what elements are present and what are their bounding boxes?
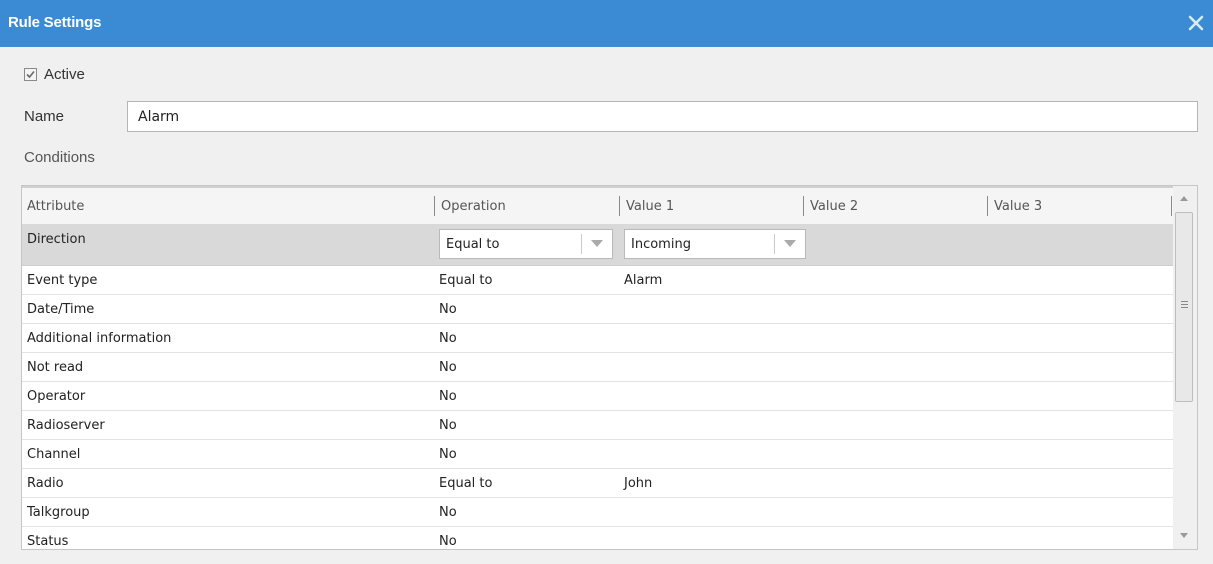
vertical-scrollbar[interactable]: [1173, 186, 1197, 549]
value1-dropdown-value: Incoming: [631, 237, 691, 252]
cell-attribute: Status: [27, 534, 69, 549]
cell-attribute: Date/Time: [27, 302, 95, 317]
active-checkbox[interactable]: [24, 67, 37, 81]
grip-icon: [1181, 301, 1188, 310]
title-bar: Rule Settings: [0, 0, 1213, 47]
cell-attribute: Event type: [27, 273, 98, 288]
operation-dropdown-value: Equal to: [446, 237, 500, 252]
value1-dropdown[interactable]: Incoming: [624, 229, 806, 259]
dropdown-separator: [581, 234, 582, 254]
chevron-down-icon[interactable]: [784, 240, 796, 247]
cell-operation: No: [439, 389, 457, 404]
table-row-selected[interactable]: Direction Equal to Incoming: [22, 224, 1174, 266]
column-header-attribute[interactable]: Attribute: [27, 199, 84, 214]
cell-operation: Equal to: [439, 273, 493, 288]
cell-operation: No: [439, 447, 457, 462]
cell-operation: No: [439, 505, 457, 520]
cell-operation: No: [439, 534, 457, 549]
table-row[interactable]: Radio Equal to John: [22, 469, 1174, 498]
cell-attribute: Channel: [27, 447, 81, 462]
close-icon[interactable]: [1185, 12, 1207, 34]
cell-attribute: Direction: [27, 232, 86, 247]
column-separator[interactable]: [987, 196, 988, 216]
cell-attribute: Operator: [27, 389, 86, 404]
name-label: Name: [24, 108, 65, 125]
cell-value1: Alarm: [624, 273, 663, 288]
cell-attribute: Radioserver: [27, 418, 105, 433]
cell-operation: No: [439, 331, 457, 346]
column-separator[interactable]: [803, 196, 804, 216]
rule-settings-dialog: Rule Settings Active Name Conditions Att…: [0, 0, 1213, 564]
table-row[interactable]: Additional information No: [22, 324, 1174, 353]
column-header-value2[interactable]: Value 2: [810, 199, 858, 214]
chevron-down-icon[interactable]: [591, 240, 603, 247]
table-row[interactable]: Not read No: [22, 353, 1174, 382]
cell-operation: No: [439, 302, 457, 317]
scroll-down-icon[interactable]: [1180, 533, 1188, 538]
conditions-grid: Attribute Operation Value 1 Value 2 Valu…: [21, 185, 1198, 550]
column-header-value1[interactable]: Value 1: [626, 199, 674, 214]
column-separator[interactable]: [434, 196, 435, 216]
cell-value1: John: [624, 476, 653, 491]
table-row[interactable]: Status No: [22, 527, 1174, 549]
table-row[interactable]: Event type Equal to Alarm: [22, 266, 1174, 295]
dropdown-separator: [774, 234, 775, 254]
cell-attribute: Talkgroup: [27, 505, 90, 520]
cell-attribute: Radio: [27, 476, 64, 491]
conditions-label: Conditions: [24, 149, 95, 166]
cell-operation: No: [439, 418, 457, 433]
column-separator[interactable]: [1171, 196, 1172, 216]
cell-operation: Equal to: [439, 476, 493, 491]
scrollbar-thumb[interactable]: [1175, 212, 1193, 402]
table-row[interactable]: Radioserver No: [22, 411, 1174, 440]
cell-operation: No: [439, 360, 457, 375]
table-row[interactable]: Operator No: [22, 382, 1174, 411]
grid-header: Attribute Operation Value 1 Value 2 Valu…: [22, 186, 1174, 224]
column-separator[interactable]: [619, 196, 620, 216]
cell-attribute: Additional information: [27, 331, 172, 346]
table-row[interactable]: Talkgroup No: [22, 498, 1174, 527]
dialog-title: Rule Settings: [8, 14, 102, 31]
scroll-up-icon[interactable]: [1180, 196, 1188, 201]
table-row[interactable]: Channel No: [22, 440, 1174, 469]
cell-attribute: Not read: [27, 360, 84, 375]
column-header-operation[interactable]: Operation: [441, 199, 506, 214]
active-checkbox-row[interactable]: Active: [24, 64, 85, 84]
column-header-value3[interactable]: Value 3: [994, 199, 1042, 214]
table-row[interactable]: Date/Time No: [22, 295, 1174, 324]
operation-dropdown[interactable]: Equal to: [439, 229, 613, 259]
active-label: Active: [44, 65, 85, 83]
name-input[interactable]: [127, 101, 1198, 132]
